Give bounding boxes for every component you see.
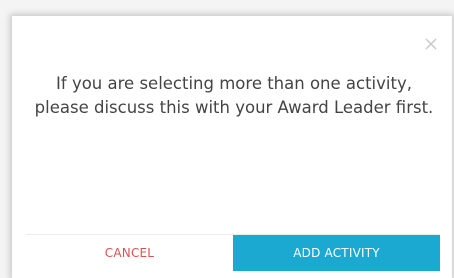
confirm-activity-dialog: If you are selecting more than one activ… <box>12 16 452 278</box>
dialog-footer: CANCEL ADD ACTIVITY <box>26 234 440 271</box>
close-icon <box>425 38 437 50</box>
cancel-button[interactable]: CANCEL <box>26 235 233 271</box>
page-background: If you are selecting more than one activ… <box>0 0 454 278</box>
close-button[interactable] <box>424 36 438 50</box>
dialog-message: If you are selecting more than one activ… <box>34 74 434 117</box>
add-activity-button[interactable]: ADD ACTIVITY <box>233 235 440 271</box>
